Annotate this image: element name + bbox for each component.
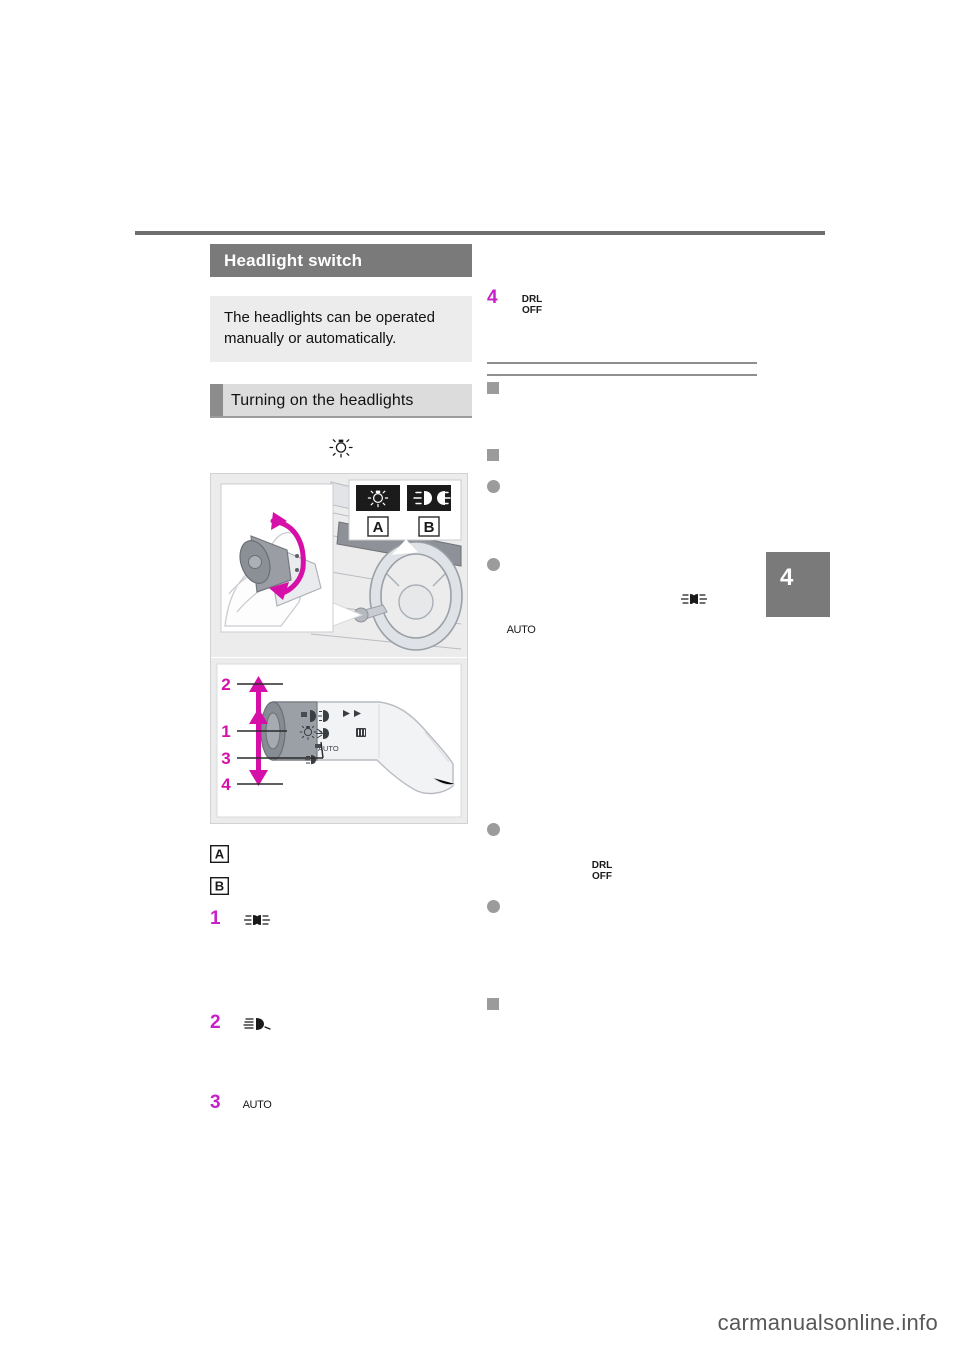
right-column: 4 DRL OFF AUTO DRL OFF <box>487 288 757 1015</box>
right-column-separator <box>487 362 757 376</box>
svg-text:1: 1 <box>221 722 230 741</box>
inline-low-beam-headlight-icon <box>677 588 711 610</box>
svg-text:DRL: DRL <box>522 294 543 305</box>
lead-paragraph-box: The headlights can be operated manually … <box>210 296 472 362</box>
list-marker-3: 3 <box>210 1091 221 1113</box>
list-marker-1: 1 <box>210 907 221 929</box>
inline-drl-off-icon: DRL OFF <box>587 854 617 884</box>
list-item-2: 2 <box>210 1011 472 1035</box>
section-title-bar: Headlight switch <box>210 244 472 277</box>
bullet-square-1 <box>487 445 757 466</box>
site-watermark: carmanualsonline.info <box>717 1310 938 1335</box>
svg-text:2: 2 <box>221 675 230 694</box>
figure-top-illustration: A B <box>211 473 467 657</box>
figure-bottom-illustration: AUTO 2 1 3 4 <box>211 657 467 823</box>
svg-text:DRL: DRL <box>592 860 613 871</box>
lead-paragraph: The headlights can be operated manually … <box>224 309 435 348</box>
list-item-4: 4 DRL OFF <box>487 288 757 318</box>
svg-text:B: B <box>215 878 224 893</box>
bullet-round-4 <box>487 897 757 918</box>
right-subsection-heading <box>487 378 757 399</box>
low-beam-headlight-icon <box>240 1012 274 1035</box>
figure-top-panel: A B <box>211 473 467 657</box>
bullet-square-2 <box>487 994 757 1015</box>
list-item-a: A <box>209 844 472 868</box>
figure-headlight-switch: A B AUTO 2 1 3 4 <box>210 472 468 824</box>
bullet-round-1 <box>487 477 757 498</box>
svg-text:B: B <box>424 519 435 536</box>
list-marker-2: 2 <box>210 1011 221 1033</box>
drl-off-icon: DRL OFF <box>517 288 547 318</box>
svg-text:4: 4 <box>221 775 231 794</box>
subsection-header: Turning on the headlights <box>210 383 472 418</box>
section-title: Headlight switch <box>224 251 363 270</box>
headlight-bulb-icon-row <box>210 433 472 460</box>
headlight-bulb-icon <box>318 433 364 460</box>
subsection-title: Turning on the headlights <box>231 391 414 409</box>
svg-text:AUTO: AUTO <box>243 1099 273 1111</box>
auto-mode-icon: AUTO <box>240 1092 274 1115</box>
bullet-round-2 <box>487 555 757 576</box>
left-column: Headlight switch The headlights can be o… <box>209 244 472 1115</box>
svg-text:A: A <box>373 519 384 536</box>
list-item-1: 1 <box>210 907 472 931</box>
bullet-round-3 <box>487 820 757 841</box>
svg-text:OFF: OFF <box>522 305 542 316</box>
legend-marker-a: A <box>209 844 230 868</box>
legend-marker-b: B <box>209 876 230 900</box>
list-marker-4: 4 <box>487 287 498 308</box>
list-item-b: B <box>209 876 472 900</box>
svg-text:A: A <box>215 846 225 861</box>
list-item-3: 3 AUTO <box>210 1091 472 1115</box>
svg-text:AUTO: AUTO <box>507 624 537 636</box>
parking-tail-light-icon <box>240 908 274 931</box>
chapter-tab: 4 <box>766 552 830 617</box>
page-top-rule <box>135 231 825 235</box>
svg-text:3: 3 <box>221 749 230 768</box>
inline-auto-mode-icon: AUTO <box>504 618 538 640</box>
svg-text:OFF: OFF <box>592 871 612 882</box>
figure-bottom-panel: AUTO 2 1 3 4 <box>211 656 467 823</box>
chapter-tab-number: 4 <box>780 564 794 591</box>
manual-page: 4 Headlight switch The headlights can be… <box>0 0 960 1358</box>
